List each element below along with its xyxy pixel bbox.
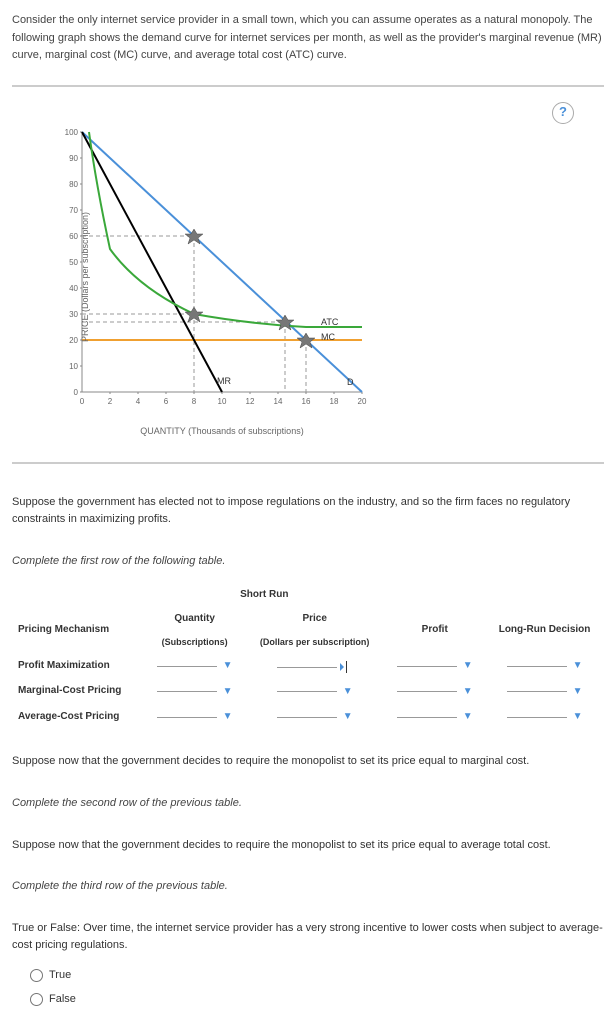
chevron-down-icon: ▼: [573, 684, 583, 700]
chevron-down-icon: ▼: [343, 709, 353, 725]
dropdown-qty-2[interactable]: ▼: [157, 684, 233, 700]
svg-text:18: 18: [330, 397, 339, 406]
mr-label: MR: [217, 376, 231, 386]
svg-text:10: 10: [69, 362, 78, 371]
radio-false-row[interactable]: False: [30, 991, 604, 1009]
mc-label: MC: [321, 332, 335, 342]
chevron-down-icon: ▼: [463, 658, 473, 674]
svg-text:80: 80: [69, 180, 78, 189]
table-row: Profit Maximization ▼ ▼ ▼: [12, 653, 604, 679]
chevron-down-icon: ▼: [223, 658, 233, 674]
dropdown-price-3[interactable]: ▼: [277, 709, 353, 725]
economics-chart: 0 10 20 30 40 50 60 70 80 90 100 0 2 4 6…: [42, 122, 382, 422]
col-profit: Profit: [384, 607, 485, 653]
prompt-no-regulation: Suppose the government has elected not t…: [12, 494, 604, 529]
complete-first-instruction: Complete the first row of the following …: [12, 553, 604, 571]
svg-text:16: 16: [302, 397, 311, 406]
chevron-down-icon: ▼: [463, 684, 473, 700]
dropdown-qty-3[interactable]: ▼: [157, 709, 233, 725]
svg-text:6: 6: [164, 397, 169, 406]
dropdown-profit-3[interactable]: ▼: [397, 709, 473, 725]
svg-text:20: 20: [358, 397, 367, 406]
col-longrun: Long-Run Decision: [485, 607, 604, 653]
row-label-mc-pricing: Marginal-Cost Pricing: [12, 678, 144, 704]
chevron-down-icon: ▼: [223, 684, 233, 700]
text-cursor-icon: [343, 661, 353, 673]
d-label: D: [347, 377, 354, 387]
svg-text:90: 90: [69, 154, 78, 163]
svg-text:2: 2: [108, 397, 113, 406]
col-price-sub: (Dollars per subscription): [245, 631, 384, 653]
radio-false-label: False: [49, 991, 76, 1009]
prompt-marginal-cost: Suppose now that the government decides …: [12, 753, 604, 771]
dropdown-lrd-2[interactable]: ▼: [507, 684, 583, 700]
svg-text:10: 10: [218, 397, 227, 406]
chevron-down-icon: ▼: [463, 709, 473, 725]
svg-text:4: 4: [136, 397, 141, 406]
chevron-down-icon: ▼: [223, 709, 233, 725]
radio-false[interactable]: [30, 993, 43, 1006]
atc-label: ATC: [321, 317, 339, 327]
col-quantity: Quantity: [144, 607, 245, 631]
row-label-atc-pricing: Average-Cost Pricing: [12, 704, 144, 730]
svg-text:12: 12: [246, 397, 255, 406]
chart-box: PRICE (Dollars per subscription) 0 10 20…: [42, 122, 402, 432]
x-axis-label: QUANTITY (Thousands of subscriptions): [72, 424, 372, 438]
intro-paragraph: Consider the only internet service provi…: [12, 12, 604, 65]
chevron-down-icon: ▼: [343, 684, 353, 700]
col-mechanism: Pricing Mechanism: [12, 607, 144, 653]
svg-text:8: 8: [192, 397, 197, 406]
col-quantity-sub: (Subscriptions): [144, 631, 245, 653]
radio-true[interactable]: [30, 969, 43, 982]
y-axis-label: PRICE (Dollars per subscription): [78, 212, 92, 342]
short-run-header: Short Run: [144, 583, 384, 607]
dropdown-lrd-3[interactable]: ▼: [507, 709, 583, 725]
true-false-prompt: True or False: Over time, the internet s…: [12, 920, 604, 955]
dropdown-profit-2[interactable]: ▼: [397, 684, 473, 700]
svg-text:0: 0: [80, 397, 85, 406]
radio-true-row[interactable]: True: [30, 967, 604, 985]
radio-true-label: True: [49, 967, 71, 985]
table-row: Marginal-Cost Pricing ▼ ▼ ▼ ▼: [12, 678, 604, 704]
svg-text:0: 0: [74, 388, 79, 397]
dropdown-profit-1[interactable]: ▼: [397, 658, 473, 674]
help-button[interactable]: ?: [552, 102, 574, 124]
col-price: Price: [245, 607, 384, 631]
complete-second-instruction: Complete the second row of the previous …: [12, 795, 604, 813]
svg-text:14: 14: [274, 397, 283, 406]
row-label-profit-max: Profit Maximization: [12, 653, 144, 679]
chevron-down-icon: ▼: [573, 658, 583, 674]
graph-panel: ? PRICE (Dollars per subscription) 0 10 …: [12, 85, 604, 464]
complete-third-instruction: Complete the third row of the previous t…: [12, 878, 604, 896]
dropdown-qty-1[interactable]: ▼: [157, 658, 233, 674]
pricing-table: Short Run Pricing Mechanism Quantity Pri…: [12, 583, 604, 730]
dropdown-lrd-1[interactable]: ▼: [507, 658, 583, 674]
chevron-down-icon: ▼: [573, 709, 583, 725]
dropdown-price-1[interactable]: [277, 661, 353, 673]
dropdown-price-2[interactable]: ▼: [277, 684, 353, 700]
prompt-average-cost: Suppose now that the government decides …: [12, 837, 604, 855]
svg-text:100: 100: [65, 128, 79, 137]
table-row: Average-Cost Pricing ▼ ▼ ▼ ▼: [12, 704, 604, 730]
